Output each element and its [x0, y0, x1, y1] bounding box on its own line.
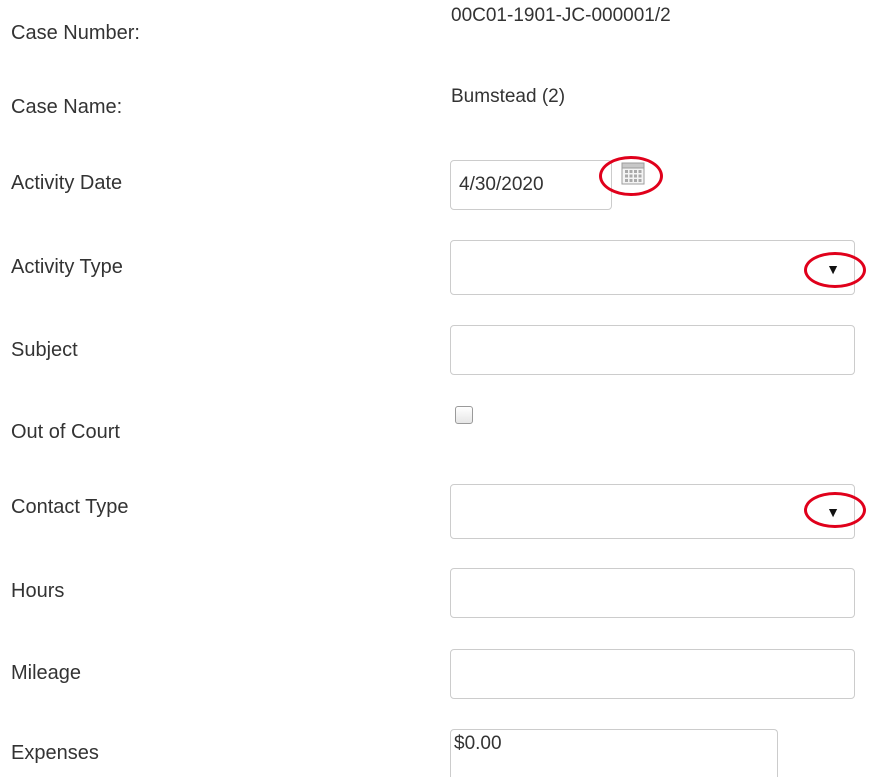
activity-type-label: Activity Type — [11, 256, 123, 278]
out-of-court-checkbox[interactable] — [455, 406, 473, 424]
activity-date-value: 4/30/2020 — [459, 174, 544, 195]
triangle-down-icon: ▼ — [826, 504, 840, 520]
calendar-icon[interactable] — [619, 161, 647, 187]
expenses-input[interactable]: $0.00 — [450, 729, 778, 777]
case-name-label: Case Name: — [11, 96, 123, 118]
triangle-down-icon: ▼ — [826, 261, 840, 277]
subject-input[interactable] — [450, 325, 855, 375]
subject-label: Subject — [11, 339, 78, 361]
case-number-label: Case Number: — [11, 22, 140, 44]
case-number-value: 00C01-1901-JC-000001/2 — [451, 5, 671, 26]
activity-date-label: Activity Date — [11, 172, 123, 194]
expenses-value: $0.00 — [454, 733, 502, 754]
activity-type-select[interactable]: ▼ — [450, 240, 855, 295]
mileage-label: Mileage — [11, 662, 82, 684]
out-of-court-label: Out of Court — [11, 421, 120, 443]
hours-input[interactable] — [450, 568, 855, 618]
contact-type-label: Contact Type — [11, 496, 129, 518]
hours-label: Hours — [11, 580, 65, 602]
contact-type-select[interactable]: ▼ — [450, 484, 855, 539]
activity-date-input[interactable]: 4/30/2020 — [450, 160, 612, 210]
expenses-label: Expenses — [11, 742, 99, 764]
case-name-value: Bumstead (2) — [451, 86, 566, 107]
mileage-input[interactable] — [450, 649, 855, 699]
